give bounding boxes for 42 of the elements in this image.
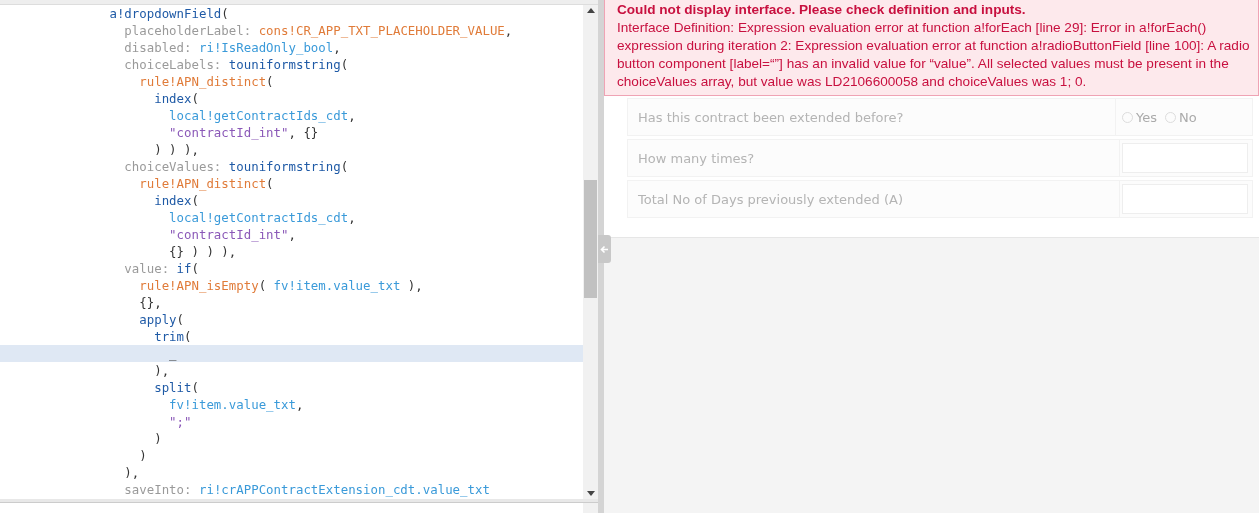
code-line: ), — [123, 464, 141, 481]
arrow-left-icon — [600, 244, 609, 254]
code-line: rule!APN_isEmpty( fv!item.value_txt ), — [138, 277, 424, 294]
code-line: saveInto: ri!crAPPContractExtension_cdt.value_txt — [123, 481, 491, 498]
error-title: Could not display interface. Please check definition and inputs. — [617, 1, 1027, 19]
code-line: {}, — [138, 294, 163, 311]
code-line: fv!item.value_txt, — [168, 396, 305, 413]
radio-option[interactable]: Yes — [1122, 109, 1157, 125]
code-line: "contractId_int", — [168, 226, 297, 243]
code-line: {} ) ) ), — [168, 243, 238, 260]
code-line: index( — [153, 90, 200, 107]
code-line: disabled: ri!IsReadOnly_bool, — [123, 39, 342, 56]
code-line: rule!APN_distinct( — [138, 73, 275, 90]
code-line: value: if( — [123, 260, 200, 277]
code-line: local!getContractIds_cdt, — [168, 107, 357, 124]
scroll-down-icon[interactable] — [586, 491, 595, 496]
field-label: How many times? — [637, 149, 756, 168]
code-line: a!dropdownField( — [108, 5, 230, 22]
field-label: Has this contract been extended before? — [637, 108, 905, 127]
scrollbar-thumb[interactable] — [584, 180, 597, 298]
error-message: Interface Definition: Expression evaluation error at function a!forEach [line 29]: Error in a!forEach() expression during iteration 2: Expression evaluation error at function a!radioButtonField [line 100]: A radio button component [label=“”] has an invalid value for “value”. All selected values must be present in the choiceValues array, but value was LD2106600058 and choiceValues was 1; 0. — [617, 19, 1250, 91]
code-line: apply( — [138, 311, 186, 328]
code-line: ) ) ), — [153, 141, 200, 158]
code-line: rule!APN_distinct( — [138, 175, 275, 192]
code-line: split( — [153, 379, 200, 396]
scroll-up-icon[interactable] — [586, 8, 595, 13]
code-line: ";" — [168, 413, 193, 430]
field-label: Total No of Days previously extended (A) — [637, 190, 905, 209]
code-line: trim( — [153, 328, 193, 345]
code-line: ) — [153, 430, 163, 447]
code-line: index( — [153, 192, 200, 209]
scrollbar[interactable] — [583, 503, 598, 513]
code-line: placeholderLabel: cons!CR_APP_TXT_PLACEHOLDER_VALUE, — [123, 22, 514, 39]
code-line: choiceLabels: touniformstring( — [123, 56, 350, 73]
radio-option[interactable]: No — [1165, 109, 1197, 125]
code-line: ), — [153, 362, 171, 379]
code-line: choiceValues: touniformstring( — [123, 158, 350, 175]
code-line: ) — [138, 447, 148, 464]
scrollbar[interactable] — [583, 5, 598, 499]
collapse-toggle[interactable] — [598, 235, 611, 263]
code-line: local!getContractIds_cdt, — [168, 209, 357, 226]
code-line: "contractId_int", {} — [168, 124, 320, 141]
